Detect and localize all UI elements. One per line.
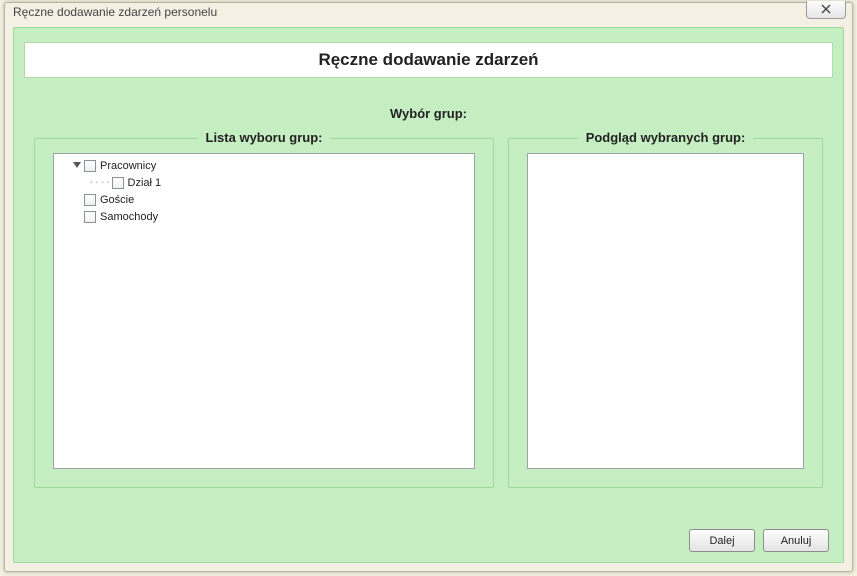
tree-checkbox[interactable] xyxy=(112,177,124,189)
chevron-down-icon xyxy=(73,158,81,174)
panel-heading: Ręczne dodawanie zdarzeń xyxy=(318,50,538,70)
close-icon xyxy=(820,3,832,17)
tree-item-pracownicy[interactable]: Pracownicy xyxy=(60,158,468,174)
tree-item-label: Goście xyxy=(100,192,134,208)
next-button[interactable]: Dalej xyxy=(689,529,755,552)
dialog-button-row: Dalej Anuluj xyxy=(689,529,829,552)
panel-heading-box: Ręczne dodawanie zdarzeń xyxy=(24,42,833,78)
titlebar: Ręczne dodawanie zdarzeń personelu xyxy=(5,3,852,25)
tree-item-dzial1[interactable]: ···· Dział 1 xyxy=(60,175,468,191)
group-tree-listbox[interactable]: Pracownicy ···· Dział 1 Goście xyxy=(53,153,475,469)
close-button[interactable] xyxy=(806,1,846,19)
tree-item-samochody[interactable]: Samochody xyxy=(60,209,468,225)
group-tree: Pracownicy ···· Dział 1 Goście xyxy=(60,158,468,225)
tree-expander-placeholder xyxy=(72,212,82,222)
group-selection-list: Lista wyboru grup: Pracownicy ···· xyxy=(34,138,494,488)
section-title: Wybór grup: xyxy=(14,106,843,121)
tree-checkbox[interactable] xyxy=(84,194,96,206)
tree-item-goscie[interactable]: Goście xyxy=(60,192,468,208)
selected-groups-preview: Podgląd wybranych grup: xyxy=(508,138,823,488)
selected-groups-preview-label: Podgląd wybranych grup: xyxy=(578,130,754,145)
tree-checkbox[interactable] xyxy=(84,160,96,172)
window-title: Ręczne dodawanie zdarzeń personelu xyxy=(13,5,217,19)
cancel-button[interactable]: Anuluj xyxy=(763,529,829,552)
tree-item-label: Samochody xyxy=(100,209,158,225)
tree-checkbox[interactable] xyxy=(84,211,96,223)
tree-expander[interactable] xyxy=(72,161,82,171)
tree-item-label: Pracownicy xyxy=(100,158,156,174)
tree-item-label: Dział 1 xyxy=(128,175,162,191)
tree-expander-placeholder xyxy=(72,195,82,205)
selected-groups-listbox[interactable] xyxy=(527,153,804,469)
dialog-window: Ręczne dodawanie zdarzeń personelu Ręczn… xyxy=(4,2,853,572)
group-selection-list-label: Lista wyboru grup: xyxy=(198,130,331,145)
content-panel: Ręczne dodawanie zdarzeń Wybór grup: Lis… xyxy=(13,27,844,563)
tree-connector: ···· xyxy=(88,175,111,191)
